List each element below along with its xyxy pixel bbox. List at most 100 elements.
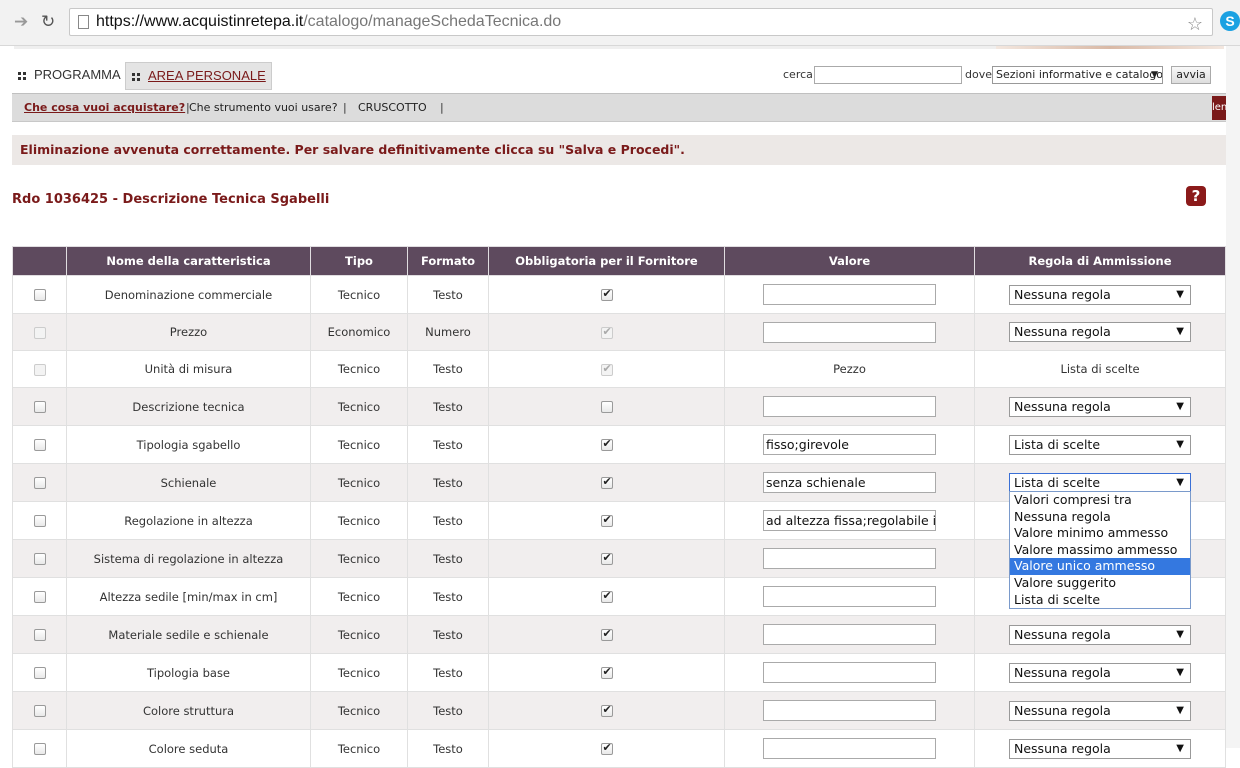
regola-select[interactable]: Nessuna regola ▼ <box>1009 396 1191 417</box>
search-input[interactable] <box>814 66 962 84</box>
mandatory-cell <box>488 425 725 464</box>
page-icon <box>78 15 89 29</box>
valore-cell <box>724 729 975 768</box>
help-icon[interactable]: ? <box>1186 186 1206 206</box>
dropdown-option[interactable]: Valore unico ammesso <box>1010 558 1190 575</box>
column-header-mandatory: Obbligatoria per il Fornitore <box>488 246 725 276</box>
regola-dropdown-list[interactable]: Valori compresi tra Nessuna regola Valore … <box>1009 491 1191 609</box>
row-select-checkbox[interactable] <box>33 667 46 679</box>
mandatory-checkbox[interactable] <box>600 401 613 413</box>
row-select-checkbox[interactable] <box>33 401 46 413</box>
table-row: Denominazione commercialeTecnicoTesto Nes… <box>12 275 1226 314</box>
address-bar[interactable]: https://www.acquistinretepa.it/catalogo/… <box>69 8 1213 36</box>
column-header-name: Nome della caratteristica <box>66 246 311 276</box>
page-scrollbar[interactable] <box>1226 46 1240 748</box>
valore-input[interactable] <box>763 586 936 607</box>
row-select-checkbox[interactable] <box>33 439 46 451</box>
dropdown-option[interactable]: Lista di scelte <box>1010 592 1190 609</box>
regola-select[interactable]: Nessuna regola ▼ <box>1009 322 1191 342</box>
mandatory-checkbox[interactable] <box>600 665 613 679</box>
mandatory-checkbox[interactable] <box>600 437 613 451</box>
regola-select-value: Nessuna regola <box>1014 626 1111 642</box>
row-select-checkbox[interactable] <box>33 553 46 565</box>
tipo-cell: Tecnico <box>310 275 408 314</box>
subnav-separator: | <box>343 101 347 114</box>
valore-cell <box>724 387 975 426</box>
tab-area-personale[interactable]: AREA PERSONALE <box>125 62 272 90</box>
row-select-checkbox[interactable] <box>33 289 46 301</box>
regola-select[interactable]: Lista di scelte ▼ <box>1009 472 1191 493</box>
regola-select[interactable]: Nessuna regola ▼ <box>1009 284 1191 305</box>
forward-arrow-icon[interactable]: ➔ <box>14 12 28 32</box>
regola-cell: Nessuna regola ▼ <box>974 653 1226 692</box>
regola-select[interactable]: Nessuna regola ▼ <box>1009 700 1191 721</box>
mandatory-checkbox[interactable] <box>600 551 613 565</box>
dropdown-option[interactable]: Nessuna regola <box>1010 509 1190 526</box>
subnav-item-strumento-label: Che strumento vuoi usare? <box>189 101 338 114</box>
regola-select-value: Nessuna regola <box>1014 324 1111 339</box>
table-row: Tipologia baseTecnicoTesto Nessuna regola… <box>12 653 1226 692</box>
regola-select-value: Lista di scelte <box>1014 474 1101 490</box>
valore-input[interactable] <box>763 738 936 759</box>
row-select-checkbox[interactable] <box>33 629 46 641</box>
subnav-item-cruscotto[interactable]: CRUSCOTTO <box>358 94 427 121</box>
regola-select[interactable]: Lista di scelte ▼ <box>1009 434 1191 455</box>
row-select-checkbox[interactable] <box>33 477 46 489</box>
valore-cell <box>724 577 975 616</box>
mandatory-cell <box>488 577 725 616</box>
regola-select-value: Nessuna regola <box>1014 702 1111 718</box>
name-cell: Colore seduta <box>66 729 311 768</box>
subnav-separator: | <box>440 101 444 114</box>
valore-cell <box>724 615 975 654</box>
section-select[interactable]: Sezioni informative e catalogo ▼ <box>992 66 1163 84</box>
table-row: Materiale sedile e schienale Tecnico Testo… <box>12 615 1226 654</box>
mandatory-checkbox[interactable] <box>600 475 613 489</box>
row-select-checkbox[interactable] <box>33 705 46 717</box>
reload-icon[interactable]: ↻ <box>41 12 55 32</box>
mandatory-checkbox[interactable] <box>600 287 613 301</box>
skype-extension-icon[interactable]: S <box>1220 11 1240 31</box>
valore-input[interactable]: fisso;girevole <box>763 434 936 455</box>
dropdown-option[interactable]: Valori compresi tra <box>1010 492 1190 509</box>
valore-input[interactable] <box>763 662 936 683</box>
valore-input[interactable] <box>763 624 936 645</box>
mandatory-checkbox[interactable] <box>600 627 613 641</box>
table-row: Colore strutturaTecnicoTesto Nessuna rego… <box>12 691 1226 730</box>
mandatory-cell <box>488 313 725 351</box>
mandatory-checkbox[interactable] <box>600 589 613 603</box>
regola-cell: Nessuna regola ▼ <box>974 275 1226 314</box>
tipo-cell: Tecnico <box>310 387 408 426</box>
bookmark-star-icon[interactable]: ☆ <box>1187 11 1203 37</box>
mandatory-checkbox[interactable] <box>600 513 613 527</box>
dropdown-option[interactable]: Valore suggerito <box>1010 575 1190 592</box>
row-select-checkbox[interactable] <box>33 591 46 603</box>
search-go-button[interactable]: avvia <box>1171 66 1211 84</box>
side-tab[interactable]: len <box>1212 96 1226 120</box>
subnav-item-cosa-acquistare[interactable]: Che cosa vuoi acquistare? <box>24 94 185 121</box>
valore-input[interactable] <box>763 284 936 305</box>
valore-input[interactable] <box>763 700 936 721</box>
mandatory-checkbox[interactable] <box>600 741 613 755</box>
regola-select-value: Lista di scelte <box>1014 436 1101 452</box>
valore-input[interactable] <box>763 321 936 343</box>
valore-input[interactable]: senza schienale <box>763 472 936 493</box>
valore-input[interactable] <box>763 396 936 417</box>
regola-select[interactable]: Nessuna regola ▼ <box>1009 624 1191 645</box>
regola-select[interactable]: Nessuna regola ▼ <box>1009 738 1191 759</box>
chevron-down-icon: ▼ <box>1176 628 1184 640</box>
mandatory-checkbox[interactable] <box>600 703 613 717</box>
dropdown-option[interactable]: Valore minimo ammesso <box>1010 525 1190 542</box>
dropdown-option[interactable]: Valore massimo ammesso <box>1010 542 1190 559</box>
valore-cell: Pezzo <box>724 350 975 388</box>
valore-input[interactable] <box>763 548 936 569</box>
select-cell <box>12 691 67 730</box>
regola-select[interactable]: Nessuna regola ▼ <box>1009 662 1191 683</box>
table-row: PrezzoEconomicoNumero Nessuna regola ▼ <box>12 313 1226 351</box>
row-select-checkbox[interactable] <box>33 515 46 527</box>
column-header-select <box>12 246 67 276</box>
valore-input[interactable]: ad altezza fissa;regolabile in <box>763 510 936 531</box>
tab-programma[interactable]: PROGRAMMA <box>12 62 124 90</box>
subnav-item-strumento[interactable]: Che strumento vuoi usare? <box>189 94 338 121</box>
row-select-checkbox[interactable] <box>33 743 46 755</box>
mandatory-cell <box>488 275 725 314</box>
